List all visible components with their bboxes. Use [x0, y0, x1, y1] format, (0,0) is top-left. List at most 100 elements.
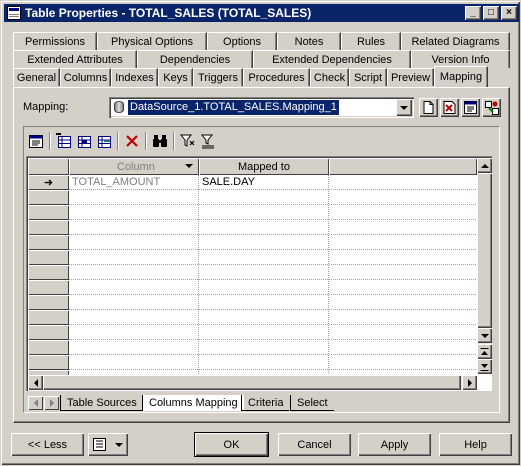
- scroll-down-button[interactable]: [477, 328, 492, 343]
- add-columns-icon: [78, 136, 91, 148]
- minimize-button[interactable]: _: [465, 6, 481, 20]
- chevron-right-icon: [467, 378, 472, 387]
- vertical-scrollbar[interactable]: [477, 158, 492, 374]
- toolbar-separator: [173, 132, 175, 150]
- row-header[interactable]: [28, 190, 69, 205]
- vertical-scroll-thumb[interactable]: [477, 173, 492, 328]
- delete-mapping-button[interactable]: [440, 98, 459, 117]
- cell-mapped-to[interactable]: SALE.DAY: [199, 175, 329, 190]
- mapping-editor-icon: [484, 100, 499, 115]
- grid-toolbar: [26, 130, 218, 152]
- grid-column-line: [328, 175, 329, 385]
- mapping-dropdown-button[interactable]: [396, 99, 412, 116]
- grid-row-line: [69, 279, 477, 280]
- scroll-bottom-icon: [480, 363, 489, 371]
- scroll-top-button[interactable]: [477, 344, 492, 359]
- sheet-prev-button[interactable]: [28, 396, 43, 410]
- maximize-button[interactable]: □: [483, 6, 499, 20]
- tab-triggers[interactable]: Triggers: [193, 68, 243, 86]
- tab-row-1: Permissions Physical Options Options Not…: [13, 32, 510, 50]
- add-rows-button[interactable]: [54, 131, 74, 151]
- tab-script[interactable]: Script: [349, 68, 387, 86]
- scroll-left-button[interactable]: [28, 375, 43, 390]
- row-header[interactable]: [28, 235, 69, 250]
- mapping-combo[interactable]: DataSource_1.TOTAL_SALES.Mapping_1: [109, 97, 414, 118]
- tab-permissions[interactable]: Permissions: [13, 32, 97, 50]
- sheet-tab-select[interactable]: Select: [290, 395, 334, 411]
- horizontal-scrollbar[interactable]: [28, 375, 477, 390]
- row-header[interactable]: ➜: [28, 175, 69, 190]
- close-button[interactable]: ×: [501, 6, 517, 20]
- toolbar-separator: [145, 132, 147, 150]
- tab-notes[interactable]: Notes: [277, 32, 341, 50]
- tab-general[interactable]: General: [13, 68, 60, 86]
- tab-check[interactable]: Check: [310, 68, 349, 86]
- tab-options[interactable]: Options: [207, 32, 277, 50]
- tab-preview[interactable]: Preview: [387, 68, 434, 86]
- tab-mapping[interactable]: Mapping: [434, 66, 488, 87]
- row-header[interactable]: [28, 310, 69, 325]
- sort-arrow-icon: [185, 164, 193, 168]
- tab-rules[interactable]: Rules: [341, 32, 401, 50]
- tab-extended-dependencies[interactable]: Extended Dependencies: [253, 50, 411, 68]
- find-icon: [153, 135, 167, 147]
- sheet-tab-criteria[interactable]: Criteria: [241, 395, 290, 411]
- cancel-button[interactable]: Cancel: [278, 433, 351, 456]
- grid-row-line: [69, 324, 477, 325]
- row-header[interactable]: [28, 265, 69, 280]
- tab-columns[interactable]: Columns: [60, 68, 111, 86]
- row-header[interactable]: [28, 205, 69, 220]
- less-button[interactable]: << Less: [11, 433, 84, 456]
- filter-icon: [180, 134, 195, 147]
- grid-corner-header[interactable]: [28, 158, 69, 175]
- scroll-right-button[interactable]: [462, 375, 477, 390]
- properties-button[interactable]: [26, 131, 46, 151]
- properties-icon: [29, 135, 43, 148]
- new-mapping-icon: [423, 101, 434, 114]
- window-title: Table Properties - TOTAL_SALES (TOTAL_SA…: [25, 6, 312, 20]
- sheet-next-button[interactable]: [44, 396, 59, 410]
- customize-menu-button[interactable]: [88, 433, 128, 456]
- find-button[interactable]: [150, 131, 170, 151]
- mapping-properties-button[interactable]: [461, 98, 480, 117]
- grid-row-line: [69, 369, 477, 370]
- chevron-down-icon: [480, 333, 489, 338]
- grid-column-line: [198, 175, 199, 385]
- horizontal-scroll-thumb[interactable]: [43, 375, 461, 390]
- grid-row-line: [69, 249, 477, 250]
- row-header[interactable]: [28, 325, 69, 340]
- row-header[interactable]: [28, 220, 69, 235]
- add-columns-button[interactable]: [74, 131, 94, 151]
- tab-indexes[interactable]: Indexes: [111, 68, 158, 86]
- column-header-column[interactable]: Column: [69, 158, 199, 175]
- sheet-tab-columns-mapping[interactable]: Columns Mapping: [142, 395, 244, 411]
- scroll-up-button[interactable]: [477, 158, 492, 173]
- new-mapping-button[interactable]: [419, 98, 438, 117]
- sheet-tab-table-sources[interactable]: Table Sources: [60, 395, 143, 411]
- row-header[interactable]: [28, 280, 69, 295]
- row-header[interactable]: [28, 355, 69, 370]
- column-header-mapped-to[interactable]: Mapped to: [199, 158, 329, 175]
- delete-button[interactable]: [122, 131, 142, 151]
- title-bar[interactable]: Table Properties - TOTAL_SALES (TOTAL_SA…: [4, 4, 519, 22]
- tab-procedures[interactable]: Procedures: [243, 68, 310, 86]
- row-header[interactable]: [28, 340, 69, 355]
- scroll-bottom-button[interactable]: [477, 359, 492, 374]
- help-button[interactable]: Help: [439, 433, 512, 456]
- apply-button[interactable]: Apply: [358, 433, 431, 456]
- row-header[interactable]: [28, 250, 69, 265]
- row-header[interactable]: [28, 295, 69, 310]
- tab-dependencies[interactable]: Dependencies: [137, 50, 253, 68]
- ok-button[interactable]: OK: [194, 432, 269, 457]
- tab-related-diagrams[interactable]: Related Diagrams: [401, 32, 510, 50]
- add-attributes-button[interactable]: [94, 131, 114, 151]
- clear-filter-button[interactable]: [198, 131, 218, 151]
- tab-keys[interactable]: Keys: [158, 68, 193, 86]
- mapping-editor-button[interactable]: [482, 98, 501, 117]
- columns-mapping-grid[interactable]: Column Mapped to ➜ TOTAL_AMOUNT SALE.DAY: [26, 156, 492, 391]
- tab-physical-options[interactable]: Physical Options: [97, 32, 207, 50]
- current-row-arrow-icon: ➜: [43, 177, 54, 189]
- cell-column[interactable]: TOTAL_AMOUNT: [69, 175, 199, 190]
- tab-extended-attributes[interactable]: Extended Attributes: [13, 50, 137, 68]
- filter-button[interactable]: [178, 131, 198, 151]
